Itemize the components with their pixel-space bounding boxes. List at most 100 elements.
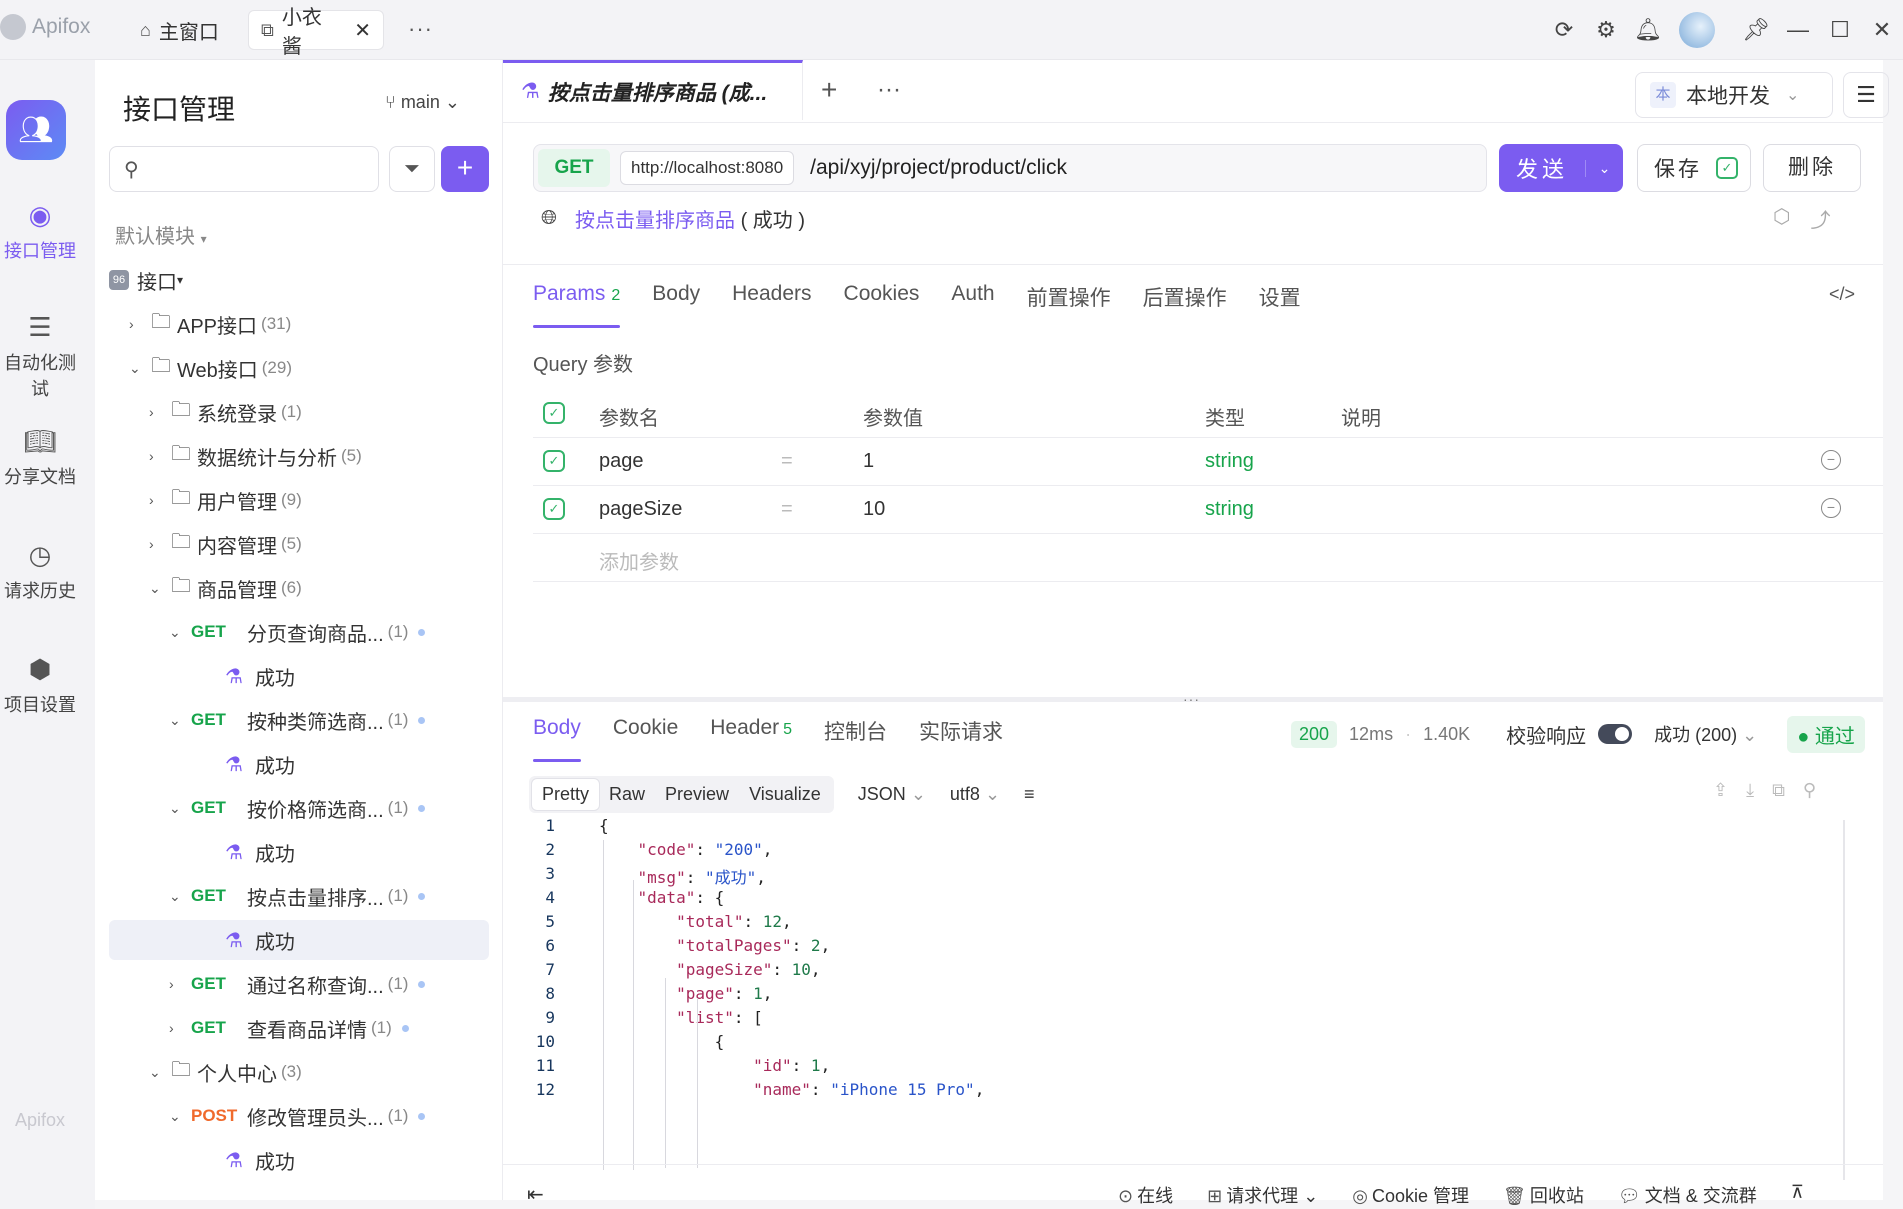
param-value[interactable]: 10 — [863, 498, 885, 521]
tree-api-item[interactable]: ⌄ GET 按价格筛选商... (1) — [169, 788, 426, 828]
format-pretty[interactable]: Pretty — [532, 779, 600, 810]
chevron-down-icon[interactable]: ⌄ — [169, 712, 191, 729]
rail-item-history[interactable]: ◷ 请求历史 — [0, 540, 80, 603]
chevron-right-icon[interactable]: › — [169, 1020, 191, 1036]
gear-icon[interactable]: ⚙ — [1585, 17, 1627, 43]
remove-icon[interactable]: − — [1821, 450, 1841, 470]
send-button[interactable]: 发送 ⌄ — [1499, 144, 1623, 192]
tab-body[interactable]: Body — [652, 282, 700, 324]
row-checkbox[interactable]: ✓ — [543, 450, 565, 472]
add-button[interactable]: + — [441, 146, 489, 192]
tab-params[interactable]: Params 2 — [533, 282, 621, 328]
search-input[interactable]: ⚲ — [109, 146, 379, 192]
tab-home[interactable]: ⌂ 主窗口 — [128, 10, 236, 50]
branch-selector[interactable]: ⑂ main ⌄ — [385, 92, 460, 113]
tree-case-item[interactable]: ⚗ 成功 — [109, 656, 489, 696]
validate-select[interactable]: 成功 (200) ⌄ — [1654, 721, 1757, 747]
panel-splitter[interactable]: ··· — [503, 691, 1883, 707]
encoding-select[interactable]: utf8 ⌄ — [950, 784, 1000, 805]
status-item[interactable]: ◎ Cookie 管理 — [1352, 1182, 1469, 1208]
chevron-down-icon[interactable]: ⌄ — [129, 360, 151, 377]
scroll-top-icon[interactable]: ⊼ — [1791, 1182, 1804, 1208]
chevron-right-icon[interactable]: › — [149, 404, 171, 420]
param-name[interactable]: page — [599, 450, 644, 473]
response-body[interactable]: 1{2 "code": "200", 3 "msg": "成功", 4 "data"… — [503, 816, 1843, 1166]
status-item[interactable]: ⊙ 在线 — [1118, 1182, 1173, 1208]
rail-item-api[interactable]: ◉ 接口管理 — [0, 200, 80, 263]
tree-root[interactable]: 96 接口 ▾ — [109, 260, 183, 300]
url-path-input[interactable]: /api/xyj/project/product/click — [810, 156, 1067, 180]
code-icon[interactable]: </> — [1829, 284, 1855, 305]
validate-toggle[interactable] — [1598, 724, 1633, 744]
chevron-right-icon[interactable]: › — [169, 976, 191, 992]
tree-folder[interactable]: ⌄ 🗀 Web接口 (29) — [129, 348, 292, 388]
copy-icon[interactable]: ⧉ — [1772, 780, 1785, 801]
more-tabs-icon[interactable]: ··· — [408, 16, 433, 42]
minimize-icon[interactable]: — — [1777, 17, 1819, 43]
tab-cookies[interactable]: Cookies — [844, 282, 920, 324]
chevron-down-icon[interactable]: ⌄ — [169, 1108, 191, 1125]
collapse-sidebar-icon[interactable]: ⇤ — [527, 1182, 544, 1207]
remove-icon[interactable]: − — [1821, 498, 1841, 518]
add-param-placeholder[interactable]: 添加参数 — [599, 546, 679, 575]
chevron-down-icon[interactable]: ⌄ — [169, 800, 191, 817]
response-tab[interactable]: Header 5 — [710, 716, 792, 758]
chevron-down-icon[interactable]: ⌄ — [149, 580, 171, 597]
format-preview[interactable]: Preview — [655, 779, 739, 810]
chevron-right-icon[interactable]: › — [149, 536, 171, 552]
chevron-down-icon[interactable]: ⌄ — [169, 888, 191, 905]
format-type-select[interactable]: JSON ⌄ — [858, 784, 926, 805]
avatar[interactable] — [1679, 12, 1715, 48]
tree-folder[interactable]: › 🗀 数据统计与分析 (5) — [149, 436, 362, 476]
tree-api-item[interactable]: › GET 通过名称查询... (1) — [169, 964, 426, 1004]
sync-icon[interactable]: ⟳ — [1543, 17, 1585, 43]
case-name[interactable]: 按点击量排序商品 — [575, 210, 735, 232]
status-item[interactable]: 🗑︎ 回收站 — [1503, 1182, 1584, 1208]
tree-case-item[interactable]: ⚗ 成功 — [109, 832, 489, 872]
tab-auth[interactable]: Auth — [951, 282, 994, 324]
more-icon[interactable]: ··· — [877, 76, 901, 104]
param-type[interactable]: string — [1205, 498, 1254, 521]
tab-前置操作[interactable]: 前置操作 — [1027, 282, 1111, 324]
wrap-icon[interactable]: ≡ — [1024, 784, 1035, 805]
response-tab[interactable]: Body — [533, 716, 581, 762]
response-tab[interactable]: 实际请求 — [919, 716, 1003, 758]
status-item[interactable]: ⊞ 请求代理 ⌄ — [1207, 1182, 1318, 1208]
close-tab-icon[interactable]: ✕ — [354, 18, 371, 43]
share-icon[interactable]: ⤴ — [1810, 204, 1830, 233]
chevron-down-icon[interactable]: ⌄ — [169, 624, 191, 641]
filter-button[interactable]: ⏷ — [389, 146, 435, 192]
env-selector[interactable]: 本 本地开发 ⌄ — [1635, 72, 1833, 118]
module-selector[interactable]: 默认模块 ▾ — [115, 220, 207, 249]
drag-handle-icon[interactable]: ··· — [1183, 691, 1200, 707]
param-name[interactable]: pageSize — [599, 498, 682, 521]
rail-item-automation[interactable]: ☰ 自动化测试 — [0, 312, 80, 401]
new-tab-button[interactable]: + — [821, 74, 837, 106]
tree-api-item[interactable]: ⌄ GET 分页查询商品... (1) — [169, 612, 426, 652]
tab-headers[interactable]: Headers — [732, 282, 811, 324]
tree-folder[interactable]: › 🗀 用户管理 (9) — [149, 480, 302, 520]
tree-folder[interactable]: › 🗀 APP接口 (31) — [129, 304, 291, 344]
tree-folder[interactable]: › 🗀 系统登录 (1) — [149, 392, 302, 432]
menu-button[interactable]: ☰ — [1843, 72, 1889, 118]
tree-case-item[interactable]: ⚗ 成功 — [109, 920, 489, 960]
rail-item-docs[interactable]: 📖︎ 分享文档 — [0, 426, 80, 489]
method-select[interactable]: GET — [538, 149, 610, 187]
save-button[interactable]: 保存 ✓ — [1637, 144, 1751, 192]
chevron-down-icon[interactable]: ⌄ — [1585, 159, 1623, 177]
chevron-right-icon[interactable]: › — [149, 448, 171, 464]
copy-icon[interactable]: ⬡ — [1773, 204, 1790, 233]
chevron-right-icon[interactable]: › — [149, 492, 171, 508]
pin-icon[interactable]: 📌︎ — [1735, 17, 1777, 43]
tree-api-item[interactable]: ⌄ POST 修改管理员头... (1) — [169, 1096, 426, 1136]
delete-button[interactable]: 删除 — [1763, 144, 1861, 192]
tree-api-item[interactable]: › GET 查看商品详情 (1) — [169, 1008, 409, 1048]
host-prefix[interactable]: http://localhost:8080 — [620, 151, 795, 185]
param-value[interactable]: 1 — [863, 450, 874, 473]
select-all-checkbox[interactable]: ✓ — [543, 402, 565, 424]
tree-api-item[interactable]: ⌄ GET 按种类筛选商... (1) — [169, 700, 426, 740]
add-param-row[interactable]: 添加参数 — [533, 534, 1883, 582]
tree-case-item[interactable]: ⚗ 成功 — [109, 744, 489, 784]
scrollbar[interactable] — [1843, 820, 1845, 1180]
status-item[interactable]: 💬︎ 文档 & 交流群 — [1618, 1182, 1757, 1208]
